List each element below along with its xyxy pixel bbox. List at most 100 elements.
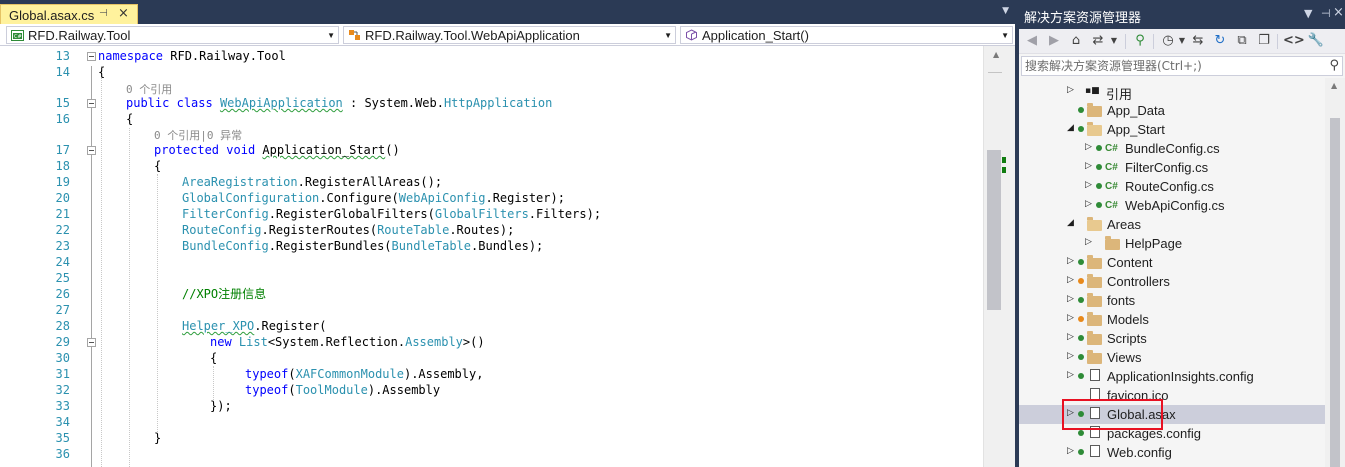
tree-item-areas[interactable]: ◢ Areas: [1019, 215, 1325, 234]
window-position-dropdown-icon[interactable]: ▼: [1304, 7, 1312, 20]
show-all-files-icon[interactable]: ❐: [1255, 32, 1273, 50]
config-file-icon: [1090, 369, 1100, 381]
forward-icon[interactable]: ▶: [1045, 32, 1063, 50]
tree-item-app-start[interactable]: ◢ App_Start: [1019, 120, 1325, 139]
tree-item-content[interactable]: ▷ Content: [1019, 253, 1325, 272]
tree-item-web-config[interactable]: ▷ Web.config: [1019, 443, 1325, 462]
tree-item-references[interactable]: ▷ ▪■ 引用: [1019, 82, 1325, 102]
code-line-30: {: [210, 351, 218, 365]
expand-arrow-icon[interactable]: ▷: [1085, 199, 1092, 209]
scrollbar-thumb[interactable]: [987, 150, 1001, 310]
solution-tree-scrollbar[interactable]: ▲: [1325, 78, 1345, 467]
line-number: 17: [55, 143, 70, 157]
split-handle[interactable]: [988, 72, 1002, 73]
tree-item-routeconfig[interactable]: ▷ C# RouteConfig.cs: [1019, 177, 1325, 196]
pin-icon[interactable]: ⊣: [1321, 7, 1331, 20]
class-icon: [349, 30, 360, 40]
code-line-13: namespace RFD.Railway.Tool: [98, 49, 286, 63]
solution-explorer-search[interactable]: ⚲: [1021, 56, 1343, 76]
back-icon[interactable]: ◀: [1023, 32, 1041, 50]
expand-arrow-icon[interactable]: ▷: [1067, 275, 1074, 285]
properties-wrench-icon[interactable]: 🔧: [1307, 32, 1325, 50]
scrollbar-thumb[interactable]: [1330, 118, 1340, 467]
search-icon[interactable]: ⚲: [1329, 58, 1339, 73]
project-dropdown[interactable]: C# RFD.Railway.Tool ▼: [6, 26, 339, 44]
expand-arrow-icon[interactable]: ▷: [1067, 370, 1074, 380]
tree-item-applicationinsights-config[interactable]: ▷ ApplicationInsights.config: [1019, 367, 1325, 386]
document-tab-label: Global.asax.cs: [9, 8, 95, 23]
tree-item-label: RouteConfig.cs: [1125, 179, 1214, 194]
expand-arrow-icon[interactable]: ▷: [1067, 85, 1074, 95]
scroll-up-arrow-icon[interactable]: ▲: [1331, 81, 1337, 90]
pin-icon[interactable]: ⊣: [99, 8, 108, 19]
tree-item-controllers[interactable]: ▷ Controllers: [1019, 272, 1325, 291]
tree-item-label: Scripts: [1107, 331, 1147, 346]
expand-arrow-icon[interactable]: ▷: [1085, 161, 1092, 171]
codelens-references[interactable]: 0 个引用: [126, 81, 172, 97]
expand-arrow-icon[interactable]: ▷: [1085, 142, 1092, 152]
collapse-arrow-icon[interactable]: ◢: [1067, 218, 1074, 228]
tree-item-scripts[interactable]: ▷ Scripts: [1019, 329, 1325, 348]
solution-explorer-title: 解决方案资源管理器: [1024, 11, 1142, 26]
expand-arrow-icon[interactable]: ▷: [1067, 313, 1074, 323]
tree-item-label: ApplicationInsights.config: [1107, 369, 1254, 384]
close-icon[interactable]: ×: [1333, 5, 1344, 20]
line-number: 25: [55, 271, 70, 285]
tree-item-bundleconfig[interactable]: ▷ C# BundleConfig.cs: [1019, 139, 1325, 158]
collapse-block-icon[interactable]: [87, 338, 96, 347]
expand-arrow-icon[interactable]: ▷: [1067, 351, 1074, 361]
tab-overflow-dropdown-icon[interactable]: ▼: [1002, 6, 1009, 16]
collapse-class-icon[interactable]: [87, 99, 96, 108]
collapse-method-icon[interactable]: [87, 146, 96, 155]
sync-icon[interactable]: ⇆: [1189, 32, 1207, 50]
method-icon: [686, 29, 697, 41]
chevron-down-icon[interactable]: ▼: [1105, 32, 1123, 50]
collapse-namespace-icon[interactable]: [87, 52, 96, 61]
tree-item-models[interactable]: ▷ Models: [1019, 310, 1325, 329]
refresh-icon[interactable]: ↻: [1211, 32, 1229, 50]
expand-arrow-icon[interactable]: ▷: [1085, 180, 1092, 190]
search-input[interactable]: [1025, 58, 1315, 74]
expand-arrow-icon[interactable]: ▷: [1067, 446, 1074, 456]
code-text-area[interactable]: 13 14 15 16 17 18 19 20 21 22 23 24 25 2…: [0, 46, 983, 467]
solution-explorer: 解决方案资源管理器 ▼ ⊣ × ◀ ▶ ⌂ ⇄ ▼ ⚲ ◷ ▼ ⇆ ↻ ⧉ ❐ …: [1019, 0, 1345, 467]
code-line-19: AreaRegistration.RegisterAllAreas();: [182, 175, 443, 189]
pending-changes-filter-icon[interactable]: ⚲: [1131, 32, 1149, 50]
checked-in-icon: [1096, 145, 1102, 151]
csharp-file-icon: C#: [1105, 181, 1118, 192]
expand-arrow-icon[interactable]: ▷: [1085, 237, 1092, 247]
collapse-all-icon[interactable]: ⧉: [1233, 32, 1251, 50]
chevron-down-icon: ▼: [327, 31, 335, 40]
view-code-icon[interactable]: <>: [1283, 32, 1305, 50]
collapse-arrow-icon[interactable]: ◢: [1067, 123, 1074, 133]
member-dropdown[interactable]: Application_Start() ▼: [680, 26, 1013, 44]
tree-item-label: Content: [1107, 255, 1153, 270]
type-dropdown[interactable]: RFD.Railway.Tool.WebApiApplication ▼: [343, 26, 676, 44]
tree-item-webapiconfig[interactable]: ▷ C# WebApiConfig.cs: [1019, 196, 1325, 215]
tree-item-label: Views: [1107, 350, 1142, 365]
tree-item-filterconfig[interactable]: ▷ C# FilterConfig.cs: [1019, 158, 1325, 177]
tree-item-label: Web.config: [1107, 445, 1172, 460]
csharp-file-icon: C#: [1105, 162, 1118, 173]
code-line-32: typeof(ToolModule).Assembly: [245, 383, 441, 397]
annotation-highlight-box: [1062, 399, 1163, 430]
line-number: 13: [55, 49, 70, 63]
document-tab-global-asax-cs[interactable]: Global.asax.cs ⊣ ×: [0, 4, 138, 24]
tree-item-label: Areas: [1107, 217, 1141, 232]
editor-vertical-scrollbar[interactable]: ▲: [983, 46, 1015, 467]
code-line-28: Helper_XPO.Register(: [182, 319, 327, 333]
tree-item-helppage[interactable]: ▷ HelpPage: [1019, 234, 1325, 253]
codelens-references[interactable]: 0 个引用|0 异常: [154, 127, 242, 143]
tree-item-views[interactable]: ▷ Views: [1019, 348, 1325, 367]
code-line-20: GlobalConfiguration.Configure(WebApiConf…: [182, 191, 565, 205]
tree-item-app-data[interactable]: App_Data: [1019, 101, 1325, 120]
tree-item-fonts[interactable]: ▷ fonts: [1019, 291, 1325, 310]
code-line-31: typeof(XAFCommonModule).Assembly,: [245, 367, 484, 381]
home-icon[interactable]: ⌂: [1067, 32, 1085, 50]
close-icon[interactable]: ×: [118, 6, 129, 21]
expand-arrow-icon[interactable]: ▷: [1067, 294, 1074, 304]
expand-arrow-icon[interactable]: ▷: [1067, 332, 1074, 342]
scroll-up-arrow-icon[interactable]: ▲: [993, 50, 999, 59]
line-number: 21: [55, 207, 70, 221]
expand-arrow-icon[interactable]: ▷: [1067, 256, 1074, 266]
